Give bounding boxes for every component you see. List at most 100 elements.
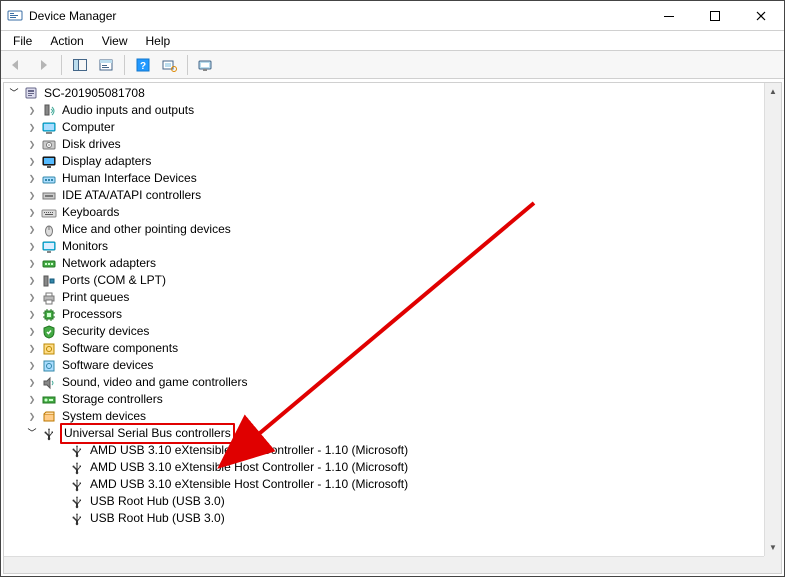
pc-icon [22, 86, 40, 102]
category-node[interactable]: ❯ Print queues [6, 289, 764, 306]
category-node[interactable]: ❯Software components [6, 340, 764, 357]
scroll-down-icon[interactable]: ▼ [765, 539, 781, 556]
audio-icon [40, 103, 58, 119]
category-node[interactable]: ❯ Keyboards [6, 204, 764, 221]
print-icon [40, 290, 58, 306]
chevron-right-icon[interactable]: ❯ [24, 102, 40, 119]
maximize-button[interactable] [692, 1, 738, 31]
chevron-right-icon[interactable]: ❯ [24, 391, 40, 408]
chevron-right-icon[interactable]: ❯ [24, 136, 40, 153]
device-node[interactable]: AMD USB 3.10 eXtensible Host Controller … [6, 442, 764, 459]
security-icon [40, 324, 58, 340]
tree-node-label: AMD USB 3.10 eXtensible Host Controller … [88, 442, 410, 459]
svg-text:?: ? [140, 61, 146, 72]
usb-icon [68, 460, 86, 476]
chevron-right-icon[interactable]: ❯ [24, 255, 40, 272]
root-node[interactable]: ﹀SC-201905081708 [6, 85, 764, 102]
chevron-right-icon[interactable]: ❯ [24, 238, 40, 255]
category-node[interactable]: ❯ Processors [6, 306, 764, 323]
category-node[interactable]: ❯Audio inputs and outputs [6, 102, 764, 119]
scroll-up-icon[interactable]: ▲ [765, 83, 781, 100]
forward-button[interactable] [31, 54, 55, 76]
menu-file[interactable]: File [5, 32, 40, 50]
usb-icon [68, 494, 86, 510]
tree-node-label: Human Interface Devices [60, 170, 199, 187]
menu-help[interactable]: Help [138, 32, 179, 50]
chevron-right-icon[interactable]: ❯ [24, 153, 40, 170]
view-devices-button[interactable] [194, 54, 218, 76]
horizontal-scrollbar[interactable] [4, 556, 764, 573]
sound-icon [40, 375, 58, 391]
hid-icon [40, 171, 58, 187]
tree-node-label: Display adapters [60, 153, 153, 170]
tree-node-label: Software devices [60, 357, 155, 374]
mouse-icon [40, 222, 58, 238]
device-node[interactable]: AMD USB 3.10 eXtensible Host Controller … [6, 459, 764, 476]
chevron-right-icon[interactable]: ❯ [24, 408, 40, 425]
show-hide-console-tree-button[interactable] [68, 54, 92, 76]
category-node[interactable]: ❯Storage controllers [6, 391, 764, 408]
tree-node-label: Keyboards [60, 204, 121, 221]
properties-button[interactable] [94, 54, 118, 76]
category-node[interactable]: ❯ Display adapters [6, 153, 764, 170]
category-node[interactable]: ❯Mice and other pointing devices [6, 221, 764, 238]
chevron-right-icon[interactable]: ❯ [24, 187, 40, 204]
category-node[interactable]: ❯IDE ATA/ATAPI controllers [6, 187, 764, 204]
vertical-scrollbar[interactable]: ▲ ▼ [764, 83, 781, 556]
category-node[interactable]: ❯Network adapters [6, 255, 764, 272]
tree-node-label: Processors [60, 306, 124, 323]
chevron-right-icon[interactable]: ❯ [24, 272, 40, 289]
chevron-right-icon[interactable]: ❯ [24, 221, 40, 238]
tree-node-label: Computer [60, 119, 117, 136]
category-node[interactable]: ❯ Sound, video and game controllers [6, 374, 764, 391]
tree-node-label: USB Root Hub (USB 3.0) [88, 510, 227, 527]
device-node[interactable]: USB Root Hub (USB 3.0) [6, 510, 764, 527]
ide-icon [40, 188, 58, 204]
device-manager-window: Device Manager File Action View Help [0, 0, 785, 577]
category-node[interactable]: ❯Disk drives [6, 136, 764, 153]
tree-node-label: Sound, video and game controllers [60, 374, 249, 391]
category-node[interactable]: ❯ Security devices [6, 323, 764, 340]
chevron-right-icon[interactable]: ❯ [24, 323, 40, 340]
minimize-button[interactable] [646, 1, 692, 31]
chevron-down-icon[interactable]: ﹀ [24, 425, 40, 442]
scroll-track[interactable] [765, 100, 781, 539]
cpu-icon [40, 307, 58, 323]
scroll-corner [764, 556, 781, 573]
softdev-icon [40, 358, 58, 374]
chevron-right-icon[interactable]: ❯ [24, 119, 40, 136]
computer-icon [40, 120, 58, 136]
scan-hardware-button[interactable] [157, 54, 181, 76]
chevron-right-icon[interactable]: ❯ [24, 306, 40, 323]
menu-view[interactable]: View [94, 32, 136, 50]
category-node[interactable]: ﹀Universal Serial Bus controllers [6, 425, 764, 442]
category-node[interactable]: ❯ Human Interface Devices [6, 170, 764, 187]
back-button[interactable] [5, 54, 29, 76]
category-node[interactable]: ❯ Computer [6, 119, 764, 136]
chevron-right-icon[interactable]: ❯ [24, 374, 40, 391]
help-button[interactable]: ? [131, 54, 155, 76]
category-node[interactable]: ❯ Software devices [6, 357, 764, 374]
chevron-right-icon[interactable]: ❯ [24, 204, 40, 221]
device-node[interactable]: AMD USB 3.10 eXtensible Host Controller … [6, 476, 764, 493]
device-tree[interactable]: ﹀SC-201905081708❯Audio inputs and output… [4, 83, 764, 573]
tree-node-label: Print queues [60, 289, 131, 306]
category-node[interactable]: ❯ Monitors [6, 238, 764, 255]
disk-icon [40, 137, 58, 153]
close-button[interactable] [738, 1, 784, 31]
category-node[interactable]: ❯Ports (COM & LPT) [6, 272, 764, 289]
chevron-right-icon[interactable]: ❯ [24, 357, 40, 374]
window-buttons [646, 1, 784, 31]
keyboard-icon [40, 205, 58, 221]
usb-icon [68, 511, 86, 527]
menu-action[interactable]: Action [42, 32, 91, 50]
tree-node-label: Monitors [60, 238, 110, 255]
chevron-right-icon[interactable]: ❯ [24, 170, 40, 187]
device-node[interactable]: USB Root Hub (USB 3.0) [6, 493, 764, 510]
toolbar: ? [1, 51, 784, 79]
chevron-right-icon[interactable]: ❯ [24, 289, 40, 306]
ports-icon [40, 273, 58, 289]
chevron-right-icon[interactable]: ❯ [24, 340, 40, 357]
tree-node-label: Security devices [60, 323, 151, 340]
chevron-down-icon[interactable]: ﹀ [6, 85, 22, 102]
